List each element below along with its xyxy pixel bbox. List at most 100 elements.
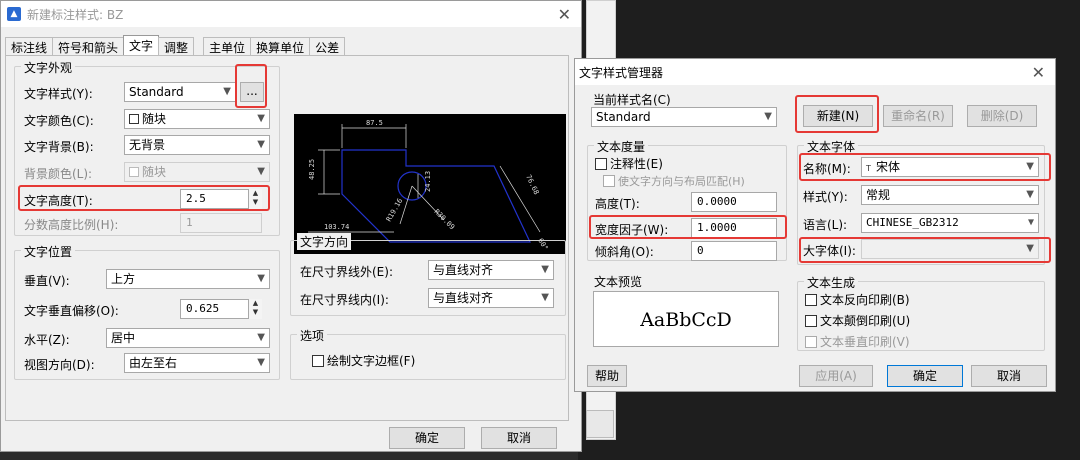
highlight-width-factor bbox=[589, 215, 787, 239]
tab-dimension-lines[interactable]: 标注线 bbox=[5, 37, 54, 55]
inside-extension-select[interactable]: 与直线对齐 ▼ bbox=[428, 288, 554, 308]
cancel-button[interactable]: 取消 bbox=[971, 365, 1047, 387]
color-swatch-icon bbox=[129, 114, 139, 124]
close-icon[interactable]: ✕ bbox=[1032, 63, 1045, 82]
fraction-height-scale-input: 1 bbox=[180, 213, 262, 233]
color-swatch-icon bbox=[129, 167, 139, 177]
draw-text-frame-checkbox[interactable]: 绘制文字边框(F) bbox=[312, 352, 415, 369]
checkbox-box bbox=[805, 314, 817, 327]
group-title: 文本预览 bbox=[591, 273, 646, 290]
group-title: 文字外观 bbox=[21, 59, 76, 76]
preview-dim-text: 87.5 bbox=[366, 119, 383, 127]
preview-dim-text: R30.09 bbox=[433, 208, 457, 232]
vertical-offset-label: 文字垂直偏移(O): bbox=[24, 304, 119, 318]
height-label: 高度(T): bbox=[595, 197, 640, 211]
fraction-height-scale-label: 分数高度比例(H): bbox=[24, 218, 119, 232]
tab-text[interactable]: 文字 bbox=[123, 35, 160, 55]
tab-primary-units[interactable]: 主单位 bbox=[203, 37, 252, 55]
view-direction-select[interactable]: 由左至右 ▼ bbox=[124, 353, 270, 373]
text-color-label: 文字颜色(C): bbox=[24, 114, 94, 128]
tab-tolerances[interactable]: 公差 bbox=[309, 37, 346, 55]
tab-bar: 标注线 符号和箭头 文字 调整 主单位 换算单位 公差 bbox=[5, 35, 346, 55]
outside-extension-label: 在尺寸界线外(E): bbox=[300, 265, 393, 279]
checkbox-box bbox=[805, 293, 817, 306]
chevron-down-icon: ▼ bbox=[223, 86, 231, 97]
highlight-text-height bbox=[18, 185, 270, 211]
oblique-angle-input[interactable]: 0 bbox=[691, 241, 777, 261]
preview-dim-text: 24.13 bbox=[424, 171, 432, 192]
highlight-new-button bbox=[795, 95, 879, 133]
cancel-button[interactable]: 取消 bbox=[481, 427, 557, 449]
delete-style-button: 删除(D) bbox=[967, 105, 1037, 127]
rename-style-button: 重命名(R) bbox=[883, 105, 953, 127]
text-background-label: 文字背景(B): bbox=[24, 140, 94, 154]
horizontal-select[interactable]: 居中 ▼ bbox=[106, 328, 270, 348]
chevron-down-icon: ▼ bbox=[541, 264, 549, 275]
annotative-checkbox[interactable]: 注释性(E) bbox=[595, 155, 663, 172]
text-color-select[interactable]: 随块 ▼ bbox=[124, 109, 270, 129]
group-title: 选项 bbox=[297, 327, 328, 344]
dimension-style-dialog: ▲ 新建标注样式: BZ ✕ 标注线 符号和箭头 文字 调整 主单位 换算单位 … bbox=[0, 0, 582, 452]
horizontal-label: 水平(Z): bbox=[24, 333, 70, 347]
text-style-label: 文字样式(Y): bbox=[24, 87, 93, 101]
background-window-button bbox=[586, 410, 614, 438]
vertical-select[interactable]: 上方 ▼ bbox=[106, 269, 270, 289]
current-style-label: 当前样式名(C) bbox=[593, 93, 671, 107]
checkbox-box bbox=[603, 175, 615, 187]
match-orientation-checkbox: 使文字方向与布局匹配(H) bbox=[603, 173, 745, 189]
group-title: 文字方向 bbox=[297, 233, 352, 250]
vertical-offset-spinner[interactable]: ▲ ▼ bbox=[248, 299, 262, 319]
inside-extension-label: 在尺寸界线内(I): bbox=[300, 293, 389, 307]
dialog-title: 文字样式管理器 bbox=[579, 65, 664, 80]
current-style-select[interactable]: Standard ▼ bbox=[591, 107, 777, 127]
font-style-label: 样式(Y): bbox=[803, 190, 848, 204]
help-button[interactable]: 帮助 bbox=[587, 365, 627, 387]
chevron-down-icon: ▼ bbox=[541, 292, 549, 303]
highlight-big-font bbox=[799, 237, 1051, 263]
close-icon[interactable]: ✕ bbox=[558, 5, 571, 24]
language-select[interactable]: CHINESE_GB2312 ▼ bbox=[861, 213, 1039, 233]
highlight-browse-button bbox=[235, 64, 267, 108]
outside-extension-select[interactable]: 与直线对齐 ▼ bbox=[428, 260, 554, 280]
preview-dim-text: 76.68 bbox=[524, 173, 540, 195]
checkbox-box bbox=[595, 157, 607, 170]
background-color-label: 背景颜色(L): bbox=[24, 167, 93, 181]
vertical-label: 垂直(V): bbox=[24, 274, 70, 288]
text-background-select[interactable]: 无背景 ▼ bbox=[124, 135, 270, 155]
text-preview-box: AaBbCcD bbox=[593, 291, 779, 347]
vertical-print-checkbox: 文本垂直印刷(V) bbox=[805, 333, 910, 350]
chevron-down-icon: ▼ bbox=[257, 357, 265, 368]
chevron-down-icon: ▼ bbox=[257, 273, 265, 284]
text-style-select[interactable]: Standard ▼ bbox=[124, 82, 236, 102]
chevron-down-icon: ▼ bbox=[257, 332, 265, 343]
preview-dim-text: 48.25 bbox=[308, 159, 316, 180]
chevron-down-icon: ▼ bbox=[1027, 217, 1034, 228]
app-icon: ▲ bbox=[7, 7, 21, 21]
checkbox-box bbox=[805, 335, 817, 348]
font-style-select[interactable]: 常规 ▼ bbox=[861, 185, 1039, 205]
view-direction-label: 视图方向(D): bbox=[24, 358, 95, 372]
text-tab-panel: 文字外观 文字样式(Y): Standard ▼ ... 文字颜色(C): 随块 ▼… bbox=[5, 55, 569, 421]
ok-button[interactable]: 确定 bbox=[887, 365, 963, 387]
highlight-font-name bbox=[799, 153, 1051, 181]
checkbox-box bbox=[312, 354, 324, 367]
reverse-print-checkbox[interactable]: 文本反向印刷(B) bbox=[805, 291, 910, 308]
tab-symbols-arrows[interactable]: 符号和箭头 bbox=[52, 37, 125, 55]
group-title: 文字位置 bbox=[21, 243, 76, 260]
chevron-down-icon: ▼ bbox=[257, 113, 265, 124]
background-color-select: 随块 ▼ bbox=[124, 162, 270, 182]
dialog-title: 新建标注样式: BZ bbox=[27, 7, 124, 22]
preview-dim-text: 103.74 bbox=[324, 223, 349, 231]
ok-button[interactable]: 确定 bbox=[389, 427, 465, 449]
upside-down-checkbox[interactable]: 文本颠倒印刷(U) bbox=[805, 312, 910, 329]
chevron-down-icon: ▼ bbox=[257, 166, 265, 177]
tab-fit[interactable]: 调整 bbox=[158, 37, 195, 55]
tab-alternate-units[interactable]: 换算单位 bbox=[250, 37, 311, 55]
chevron-down-icon: ▼ bbox=[257, 139, 265, 150]
text-style-manager-dialog: 文字样式管理器 ✕ 当前样式名(C) Standard ▼ 新建(N) 重命名(R… bbox=[574, 58, 1056, 392]
group-title: 文本度量 bbox=[594, 138, 649, 155]
group-title: 文本生成 bbox=[804, 274, 859, 291]
oblique-angle-label: 倾斜角(O): bbox=[595, 245, 654, 259]
height-input[interactable]: 0.0000 bbox=[691, 192, 777, 212]
dialog-titlebar: ▲ 新建标注样式: BZ ✕ bbox=[1, 1, 581, 27]
